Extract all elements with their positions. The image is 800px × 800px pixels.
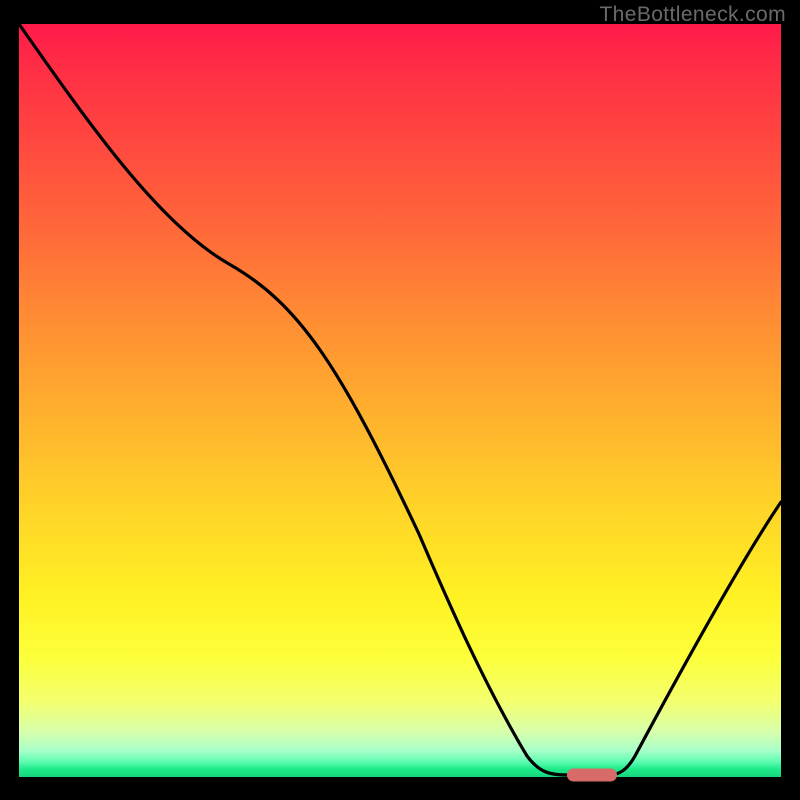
bottleneck-curve [19, 24, 781, 777]
curve-path [19, 24, 781, 775]
plot-area [19, 24, 781, 777]
chart-frame: TheBottleneck.com [0, 0, 800, 800]
optimal-marker [567, 769, 617, 782]
watermark: TheBottleneck.com [599, 3, 786, 27]
